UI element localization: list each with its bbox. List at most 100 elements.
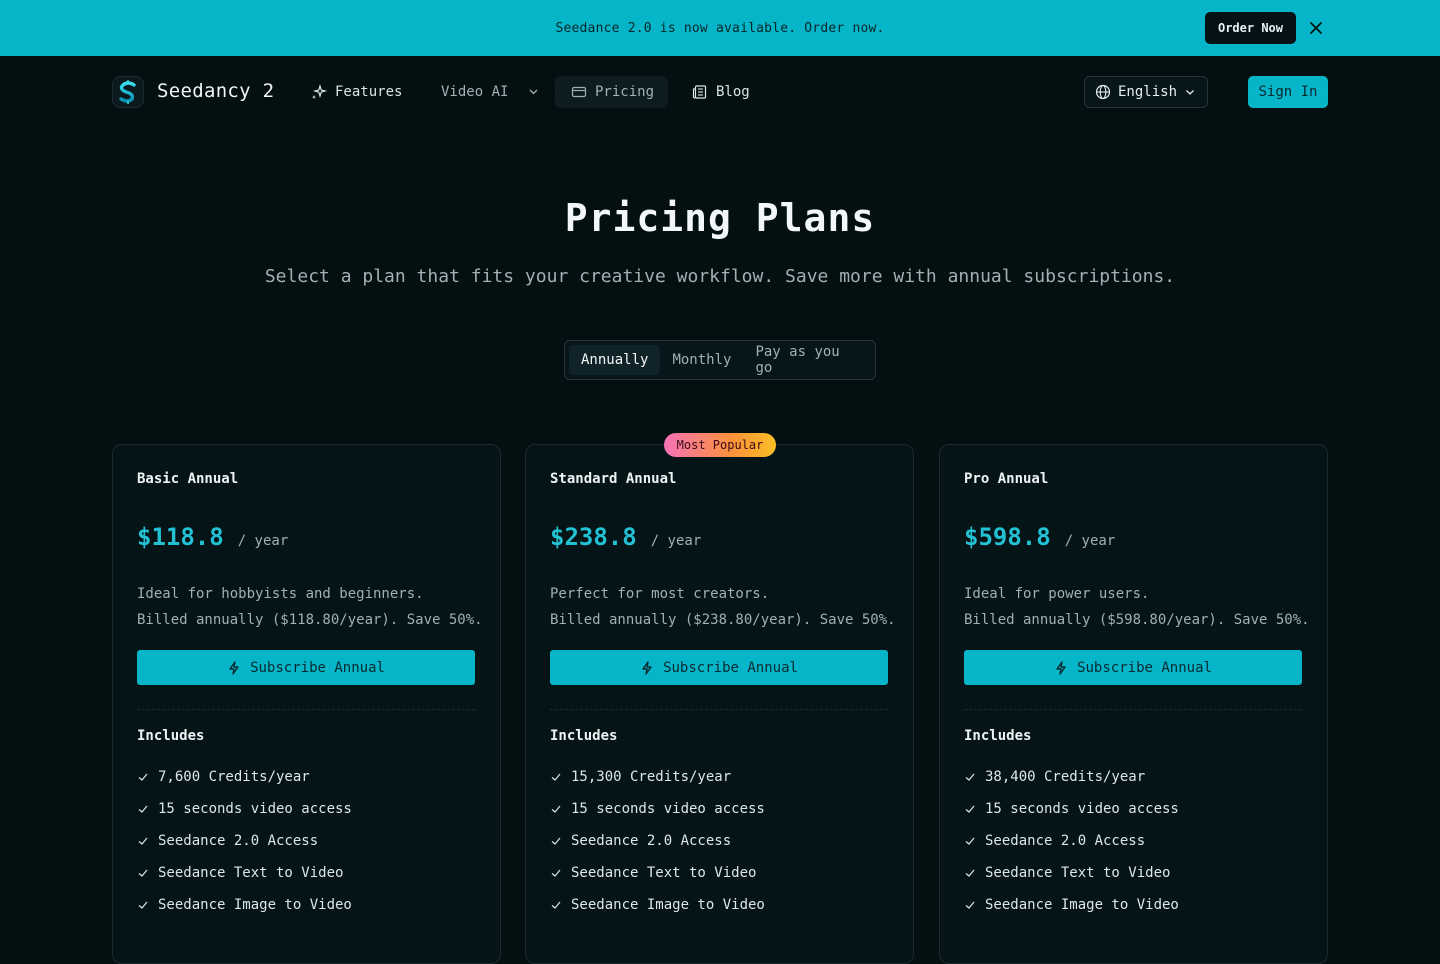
- sign-in-button[interactable]: Sign In: [1248, 76, 1328, 108]
- page-title: Pricing Plans: [564, 196, 876, 240]
- plan-price: $598.8: [964, 523, 1051, 551]
- nav-item-features[interactable]: Features: [311, 76, 402, 108]
- billing-option-pay-as-you-go[interactable]: Pay as you go: [743, 344, 871, 376]
- check-icon: [965, 805, 975, 813]
- plan-card-standard: Standard Annual $238.8 / year Perfect fo…: [525, 444, 914, 964]
- subscribe-label: Subscribe Annual: [1077, 659, 1212, 676]
- plan-price: $238.8: [550, 523, 637, 551]
- lightning-icon: [642, 660, 652, 675]
- announcement-text: Seedance 2.0 is now available. Order now…: [555, 20, 885, 36]
- includes-heading: Includes: [550, 728, 618, 744]
- check-icon: [551, 773, 561, 781]
- nav-item-video-ai[interactable]: Video AI: [441, 76, 540, 108]
- nav-item-label: Blog: [716, 84, 750, 100]
- check-icon: [138, 773, 148, 781]
- plan-price: $118.8: [137, 523, 224, 551]
- feature-list: 7,600 Credits/year 15 seconds video acce…: [137, 761, 352, 921]
- subscribe-button[interactable]: Subscribe Annual: [137, 650, 475, 685]
- list-item: Seedance Image to Video: [137, 889, 352, 921]
- plan-card-pro: Pro Annual $598.8 / year Ideal for power…: [939, 444, 1328, 964]
- feature-text: 15,300 Credits/year: [571, 769, 732, 785]
- nav-item-label: Pricing: [595, 84, 655, 100]
- feature-text: Seedance Text to Video: [571, 865, 757, 881]
- plan-period: / year: [650, 533, 702, 549]
- nav-item-blog[interactable]: Blog: [692, 76, 750, 108]
- plan-name: Basic Annual: [137, 471, 239, 487]
- check-icon: [551, 805, 561, 813]
- subscribe-button[interactable]: Subscribe Annual: [550, 650, 888, 685]
- list-item: 38,400 Credits/year: [964, 761, 1179, 793]
- most-popular-badge: Most Popular: [664, 433, 776, 457]
- list-item: 15 seconds video access: [550, 793, 765, 825]
- price-row: $118.8 / year: [137, 523, 288, 551]
- billing-option-monthly[interactable]: Monthly: [660, 345, 743, 375]
- check-icon: [551, 869, 561, 877]
- list-item: Seedance Image to Video: [550, 889, 765, 921]
- list-item: Seedance 2.0 Access: [137, 825, 352, 857]
- plan-billing-note: Billed annually ($118.80/year). Save 50%…: [137, 612, 483, 628]
- close-icon[interactable]: [1306, 18, 1326, 38]
- plan-name: Standard Annual: [550, 471, 677, 487]
- price-row: $598.8 / year: [964, 523, 1115, 551]
- logo[interactable]: [112, 76, 144, 108]
- check-icon: [965, 773, 975, 781]
- plan-description: Perfect for most creators. Billed annual…: [550, 581, 896, 633]
- lightning-icon: [1056, 660, 1066, 675]
- feature-text: 38,400 Credits/year: [985, 769, 1146, 785]
- check-icon: [965, 869, 975, 877]
- list-item: Seedance Text to Video: [964, 857, 1179, 889]
- subscribe-label: Subscribe Annual: [250, 659, 385, 676]
- sparkles-icon: [312, 84, 327, 99]
- feature-text: Seedance 2.0 Access: [985, 833, 1146, 849]
- check-icon: [138, 837, 148, 845]
- list-item: Seedance Image to Video: [964, 889, 1179, 921]
- plan-description: Ideal for power users. Billed annually (…: [964, 581, 1310, 633]
- check-icon: [138, 869, 148, 877]
- feature-list: 15,300 Credits/year 15 seconds video acc…: [550, 761, 765, 921]
- globe-icon: [1095, 84, 1111, 100]
- feature-text: 15 seconds video access: [571, 801, 765, 817]
- credit-card-icon: [571, 86, 587, 98]
- check-icon: [138, 901, 148, 909]
- check-icon: [551, 901, 561, 909]
- feature-text: 15 seconds video access: [985, 801, 1179, 817]
- page-subtitle: Select a plan that fits your creative wo…: [264, 266, 1176, 287]
- newspaper-icon: [692, 85, 707, 99]
- subscribe-label: Subscribe Annual: [663, 659, 798, 676]
- feature-text: Seedance Text to Video: [985, 865, 1171, 881]
- billing-toggle: Annually Monthly Pay as you go: [564, 340, 876, 380]
- includes-heading: Includes: [137, 728, 205, 744]
- check-icon: [965, 837, 975, 845]
- billing-option-annually[interactable]: Annually: [569, 345, 661, 375]
- list-item: Seedance 2.0 Access: [964, 825, 1179, 857]
- list-item: Seedance Text to Video: [550, 857, 765, 889]
- feature-text: Seedance 2.0 Access: [158, 833, 319, 849]
- feature-list: 38,400 Credits/year 15 seconds video acc…: [964, 761, 1179, 921]
- check-icon: [965, 901, 975, 909]
- price-row: $238.8 / year: [550, 523, 701, 551]
- divider: [550, 709, 888, 710]
- announcement-bar: Seedance 2.0 is now available. Order now…: [0, 0, 1440, 56]
- nav-item-pricing[interactable]: Pricing: [555, 76, 668, 108]
- feature-text: Seedance Text to Video: [158, 865, 344, 881]
- list-item: Seedance Text to Video: [137, 857, 352, 889]
- list-item: 7,600 Credits/year: [137, 761, 352, 793]
- check-icon: [138, 805, 148, 813]
- brand-name[interactable]: Seedancy 2: [157, 80, 274, 102]
- order-now-button[interactable]: Order Now: [1205, 12, 1296, 44]
- includes-heading: Includes: [964, 728, 1032, 744]
- language-select[interactable]: English: [1084, 76, 1208, 108]
- list-item: 15 seconds video access: [964, 793, 1179, 825]
- feature-text: Seedance 2.0 Access: [571, 833, 732, 849]
- plan-name: Pro Annual: [964, 471, 1049, 487]
- plan-description-line: Ideal for hobbyists and beginners.: [137, 586, 424, 602]
- list-item: 15,300 Credits/year: [550, 761, 765, 793]
- chevron-down-icon: [529, 89, 538, 95]
- plan-description: Ideal for hobbyists and beginners. Bille…: [137, 581, 483, 633]
- language-label: English: [1118, 84, 1178, 100]
- check-icon: [551, 837, 561, 845]
- subscribe-button[interactable]: Subscribe Annual: [964, 650, 1302, 685]
- plan-billing-note: Billed annually ($238.80/year). Save 50%…: [550, 612, 896, 628]
- nav-item-label: Video AI: [441, 84, 509, 100]
- list-item: Seedance 2.0 Access: [550, 825, 765, 857]
